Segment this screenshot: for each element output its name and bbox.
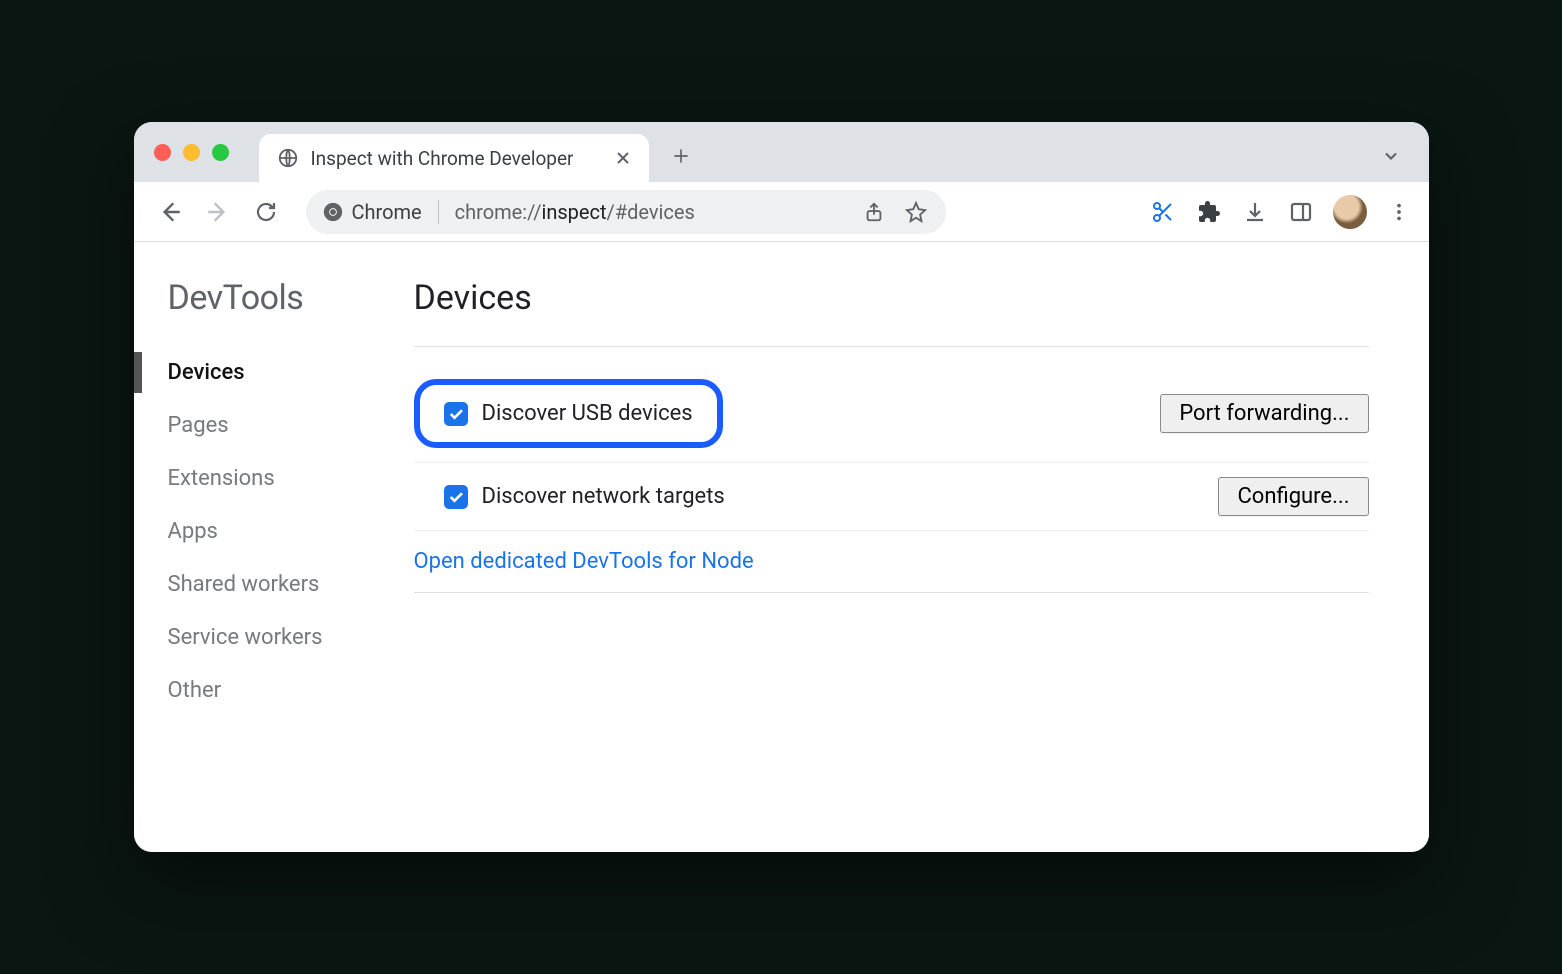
sidebar-item-extensions[interactable]: Extensions	[168, 452, 394, 505]
discover-network-checkbox[interactable]: Discover network targets	[414, 484, 725, 509]
discover-usb-row: Discover USB devices Port forwarding...	[414, 365, 1369, 463]
page-content: DevTools DevicesPagesExtensionsAppsShare…	[134, 242, 1429, 852]
sidebar-item-apps[interactable]: Apps	[168, 505, 394, 558]
menu-button[interactable]	[1385, 198, 1413, 226]
highlight-box: Discover USB devices	[414, 379, 723, 448]
divider	[414, 346, 1369, 347]
window-minimize-button[interactable]	[183, 144, 200, 161]
toolbar-right	[1149, 195, 1413, 229]
profile-avatar[interactable]	[1333, 195, 1367, 229]
page-heading: Devices	[414, 278, 1369, 318]
chrome-icon	[322, 201, 344, 223]
bookmark-button[interactable]	[902, 198, 930, 226]
back-button[interactable]	[150, 192, 190, 232]
sidebar-title: DevTools	[168, 278, 394, 318]
browser-window: Inspect with Chrome Developer Chrome	[134, 122, 1429, 852]
sidebar-item-devices[interactable]: Devices	[168, 346, 394, 399]
downloads-button[interactable]	[1241, 198, 1269, 226]
site-chip-label: Chrome	[352, 200, 422, 224]
sidebar-item-shared-workers[interactable]: Shared workers	[168, 558, 394, 611]
discover-network-row: Discover network targets Configure...	[414, 463, 1369, 531]
reload-button[interactable]	[246, 192, 286, 232]
discover-usb-label: Discover USB devices	[482, 401, 693, 426]
new-tab-button[interactable]	[663, 138, 699, 174]
port-forwarding-button[interactable]: Port forwarding...	[1160, 394, 1368, 433]
open-node-devtools-link[interactable]: Open dedicated DevTools for Node	[414, 549, 754, 574]
sidebar-item-other[interactable]: Other	[168, 664, 394, 717]
share-button[interactable]	[860, 198, 888, 226]
url-text: chrome://inspect/#devices	[455, 200, 850, 224]
titlebar: Inspect with Chrome Developer	[134, 122, 1429, 182]
scissors-icon[interactable]	[1149, 198, 1177, 226]
node-link-row: Open dedicated DevTools for Node	[414, 531, 1369, 592]
forward-button[interactable]	[198, 192, 238, 232]
sidebar-item-service-workers[interactable]: Service workers	[168, 611, 394, 664]
sidebar: DevTools DevicesPagesExtensionsAppsShare…	[134, 242, 394, 852]
toolbar: Chrome chrome://inspect/#devices	[134, 182, 1429, 242]
checkbox-checked-icon	[444, 485, 468, 509]
side-panel-button[interactable]	[1287, 198, 1315, 226]
site-chip[interactable]: Chrome	[322, 200, 422, 224]
browser-tab[interactable]: Inspect with Chrome Developer	[259, 134, 649, 182]
window-maximize-button[interactable]	[212, 144, 229, 161]
tabs-dropdown-button[interactable]	[1373, 138, 1409, 174]
divider	[414, 592, 1369, 593]
window-close-button[interactable]	[154, 144, 171, 161]
main-panel: Devices Discover USB devices Port forwar…	[394, 242, 1429, 852]
tab-close-button[interactable]	[615, 150, 631, 166]
discover-usb-checkbox[interactable]: Discover USB devices	[444, 401, 693, 426]
discover-network-label: Discover network targets	[482, 484, 725, 509]
omnibox-separator	[438, 200, 439, 224]
extensions-button[interactable]	[1195, 198, 1223, 226]
configure-button[interactable]: Configure...	[1218, 477, 1368, 516]
tab-title: Inspect with Chrome Developer	[311, 147, 574, 170]
address-bar[interactable]: Chrome chrome://inspect/#devices	[306, 190, 946, 234]
checkbox-checked-icon	[444, 402, 468, 426]
traffic-lights	[154, 144, 229, 161]
sidebar-item-pages[interactable]: Pages	[168, 399, 394, 452]
globe-icon	[277, 147, 299, 169]
